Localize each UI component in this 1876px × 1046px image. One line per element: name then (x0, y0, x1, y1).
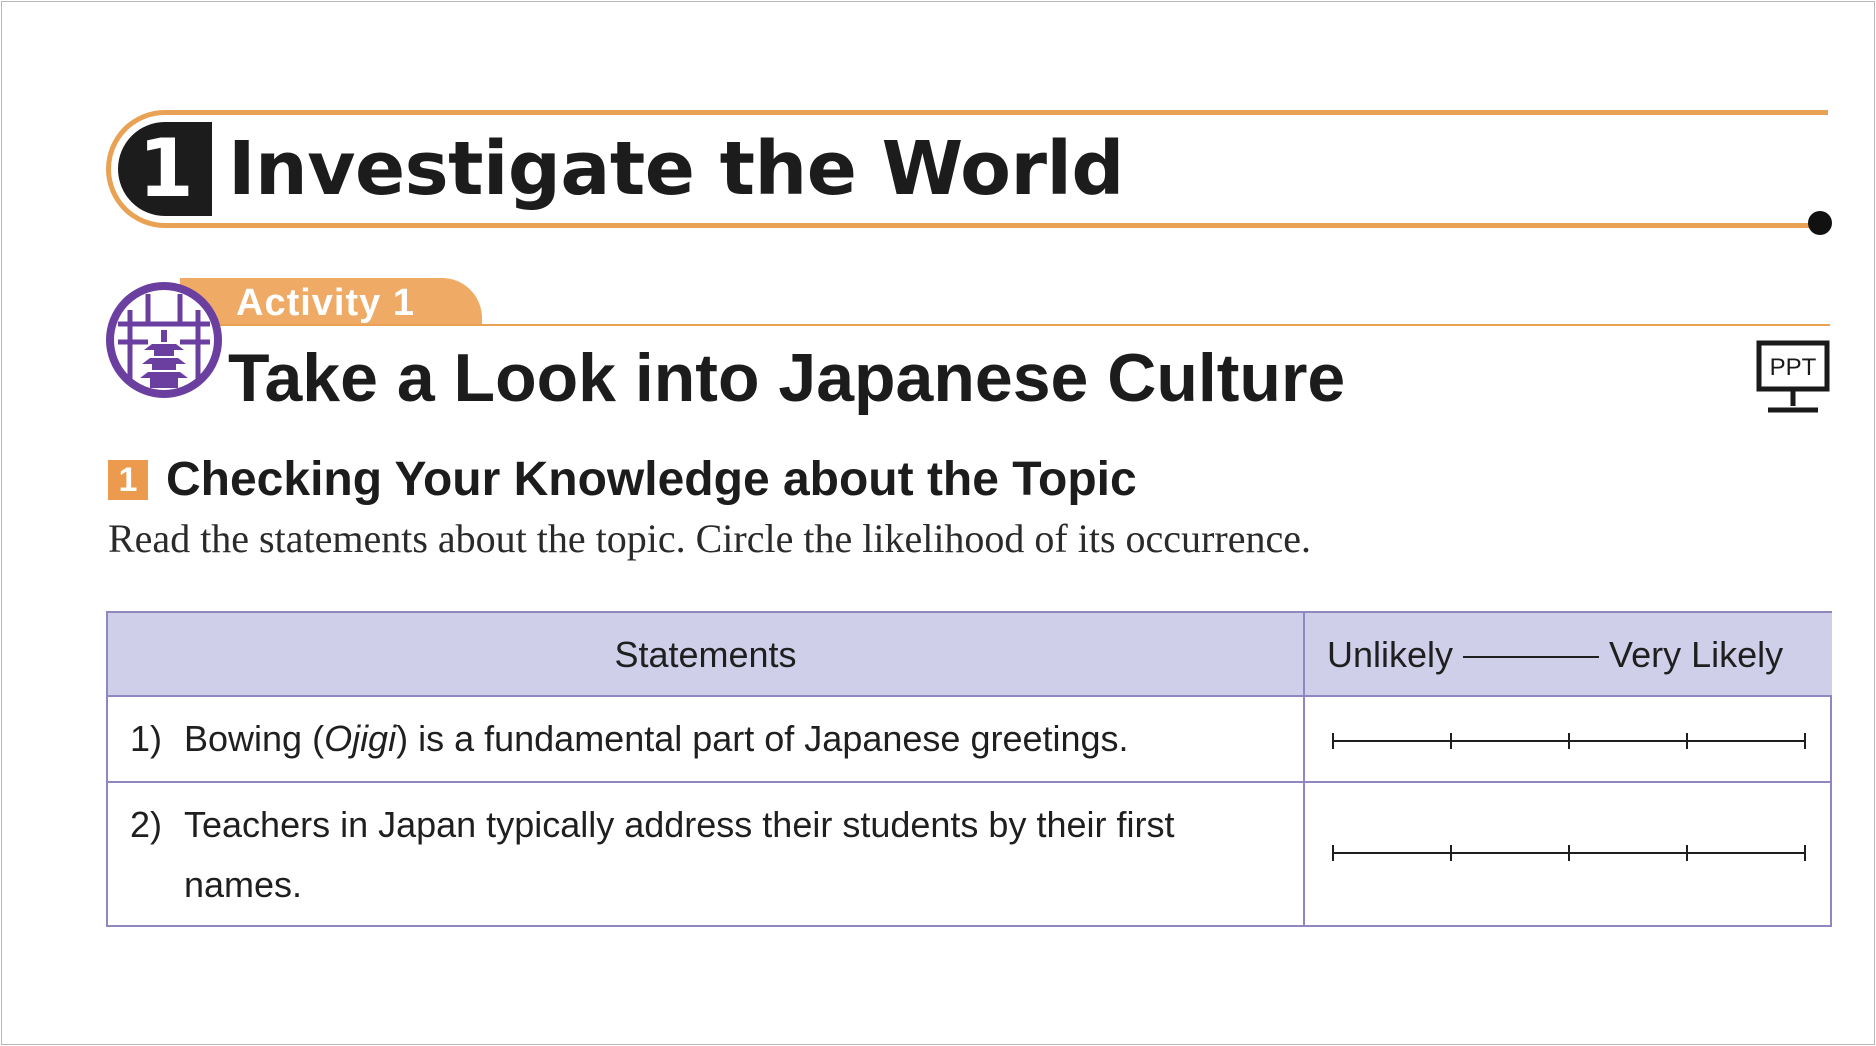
statement-text: Bowing (Ojigi) is a fundamental part of … (184, 709, 1263, 769)
activity-divider (180, 324, 1830, 326)
activity-label: Activity 1 (236, 282, 415, 324)
likelihood-scale[interactable] (1305, 697, 1832, 783)
scale-high-label: Very Likely (1609, 634, 1784, 675)
header-scale: Unlikely Very Likely (1305, 613, 1832, 697)
statement-text: Teachers in Japan typically address thei… (184, 804, 1175, 905)
statement-text-before: Bowing ( (184, 718, 325, 759)
likelihood-scale-cell (1305, 697, 1832, 783)
statement-text-after: ) is a fundamental part of Japanese gree… (396, 718, 1129, 759)
table-row: 1) Bowing (Ojigi) is a fundamental part … (108, 697, 1305, 783)
ppt-label: PPT (1770, 354, 1817, 381)
unit-number-badge: 1 (118, 122, 212, 216)
statement-italic-term: Ojigi (324, 718, 397, 759)
table-row: 2) Teachers in Japan typically address t… (108, 783, 1305, 925)
likelihood-scale-cell (1305, 783, 1832, 925)
header-statements: Statements (108, 613, 1305, 697)
activity-title: Take a Look into Japanese Culture (228, 340, 1346, 416)
statement-number: 1) (130, 718, 163, 759)
likelihood-scale[interactable] (1305, 783, 1832, 925)
instruction-text: Read the statements about the topic. Cir… (108, 516, 1311, 561)
likelihood-table: Statements Unlikely Very Likely 1) Bowing… (106, 611, 1832, 927)
section-number-badge: 1 (108, 460, 148, 500)
ppt-presentation-icon[interactable]: PPT (1756, 340, 1830, 416)
banner-end-dot (1808, 211, 1832, 235)
statement-number: 2) (130, 804, 163, 845)
scale-low-label: Unlikely (1327, 634, 1454, 675)
pagoda-icon (106, 282, 222, 398)
unit-title: Investigate the World (228, 126, 1124, 212)
scale-dash (1463, 656, 1600, 659)
section-title: Checking Your Knowledge about the Topic (166, 453, 1137, 506)
